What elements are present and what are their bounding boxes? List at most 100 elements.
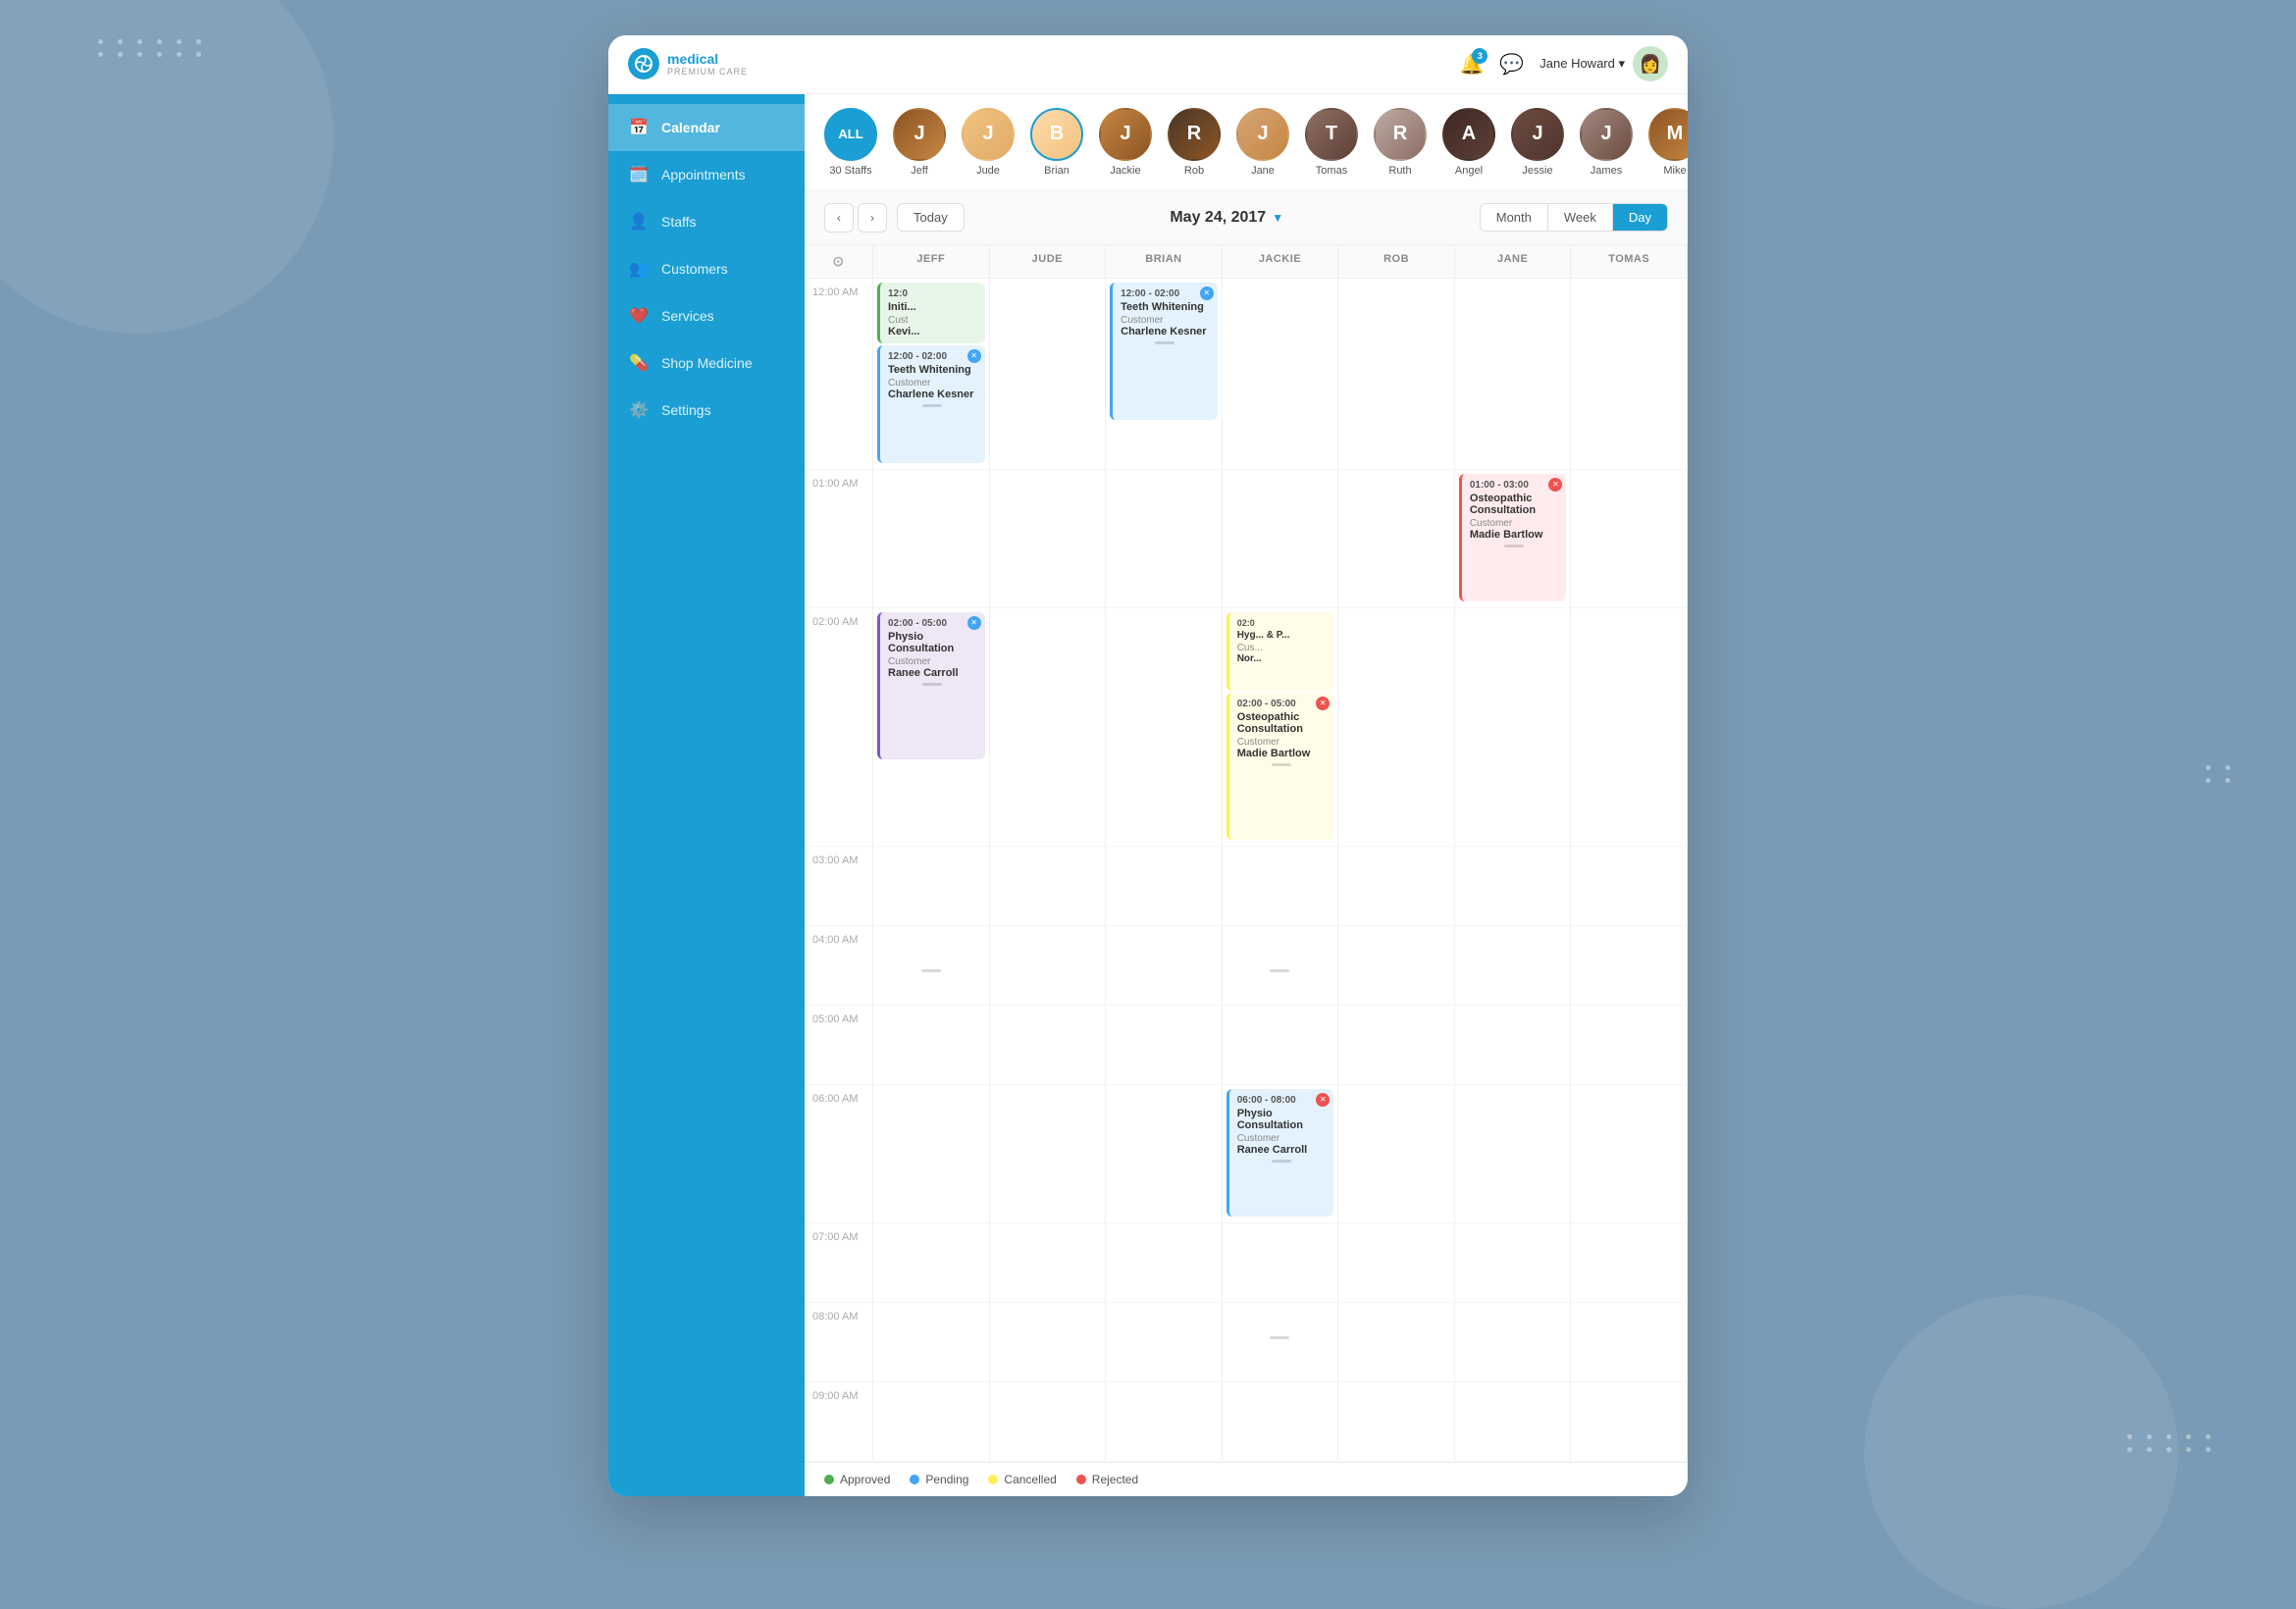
sidebar-item-staffs[interactable]: 👤 Staffs [608,198,805,245]
staff-angel[interactable]: A Angel [1442,108,1495,177]
rob-col-4am [1338,926,1455,1005]
jeff-appt-02[interactable]: ✕ 02:00 - 05:00 Physio Consultation Cust… [877,612,985,759]
time-row-7am: 07:00 AM [805,1223,1688,1303]
close-button[interactable]: ✕ [1316,1093,1330,1107]
day-view-button[interactable]: Day [1613,204,1667,231]
sidebar-item-shop-medicine[interactable]: 💊 Shop Medicine [608,339,805,387]
view-buttons: Month Week Day [1480,203,1668,232]
nav-buttons: ‹ › [824,203,887,233]
week-view-button[interactable]: Week [1548,204,1613,231]
appt-time: 06:00 - 08:00 [1237,1095,1327,1106]
jeff-appt-init[interactable]: 12:0 Initi... Cust Kevi... [877,283,985,343]
jane-header: JANE [1455,245,1572,278]
appt-time: 12:00 - 02:00 [1121,288,1210,299]
staff-all-button[interactable]: ALL 30 Staffs [824,108,877,177]
appt-time: 02:00 - 05:00 [1237,699,1327,709]
sidebar-label-customers: Customers [661,261,728,277]
close-button[interactable]: ✕ [1200,286,1214,300]
logo-subtitle: PREMIUM CARE [667,67,748,77]
brian-col-5am [1106,1006,1223,1084]
brian-col-8am [1106,1303,1223,1381]
jeff-col-5am [873,1006,990,1084]
sidebar-item-settings[interactable]: ⚙️ Settings [608,387,805,434]
jeff-col-8am [873,1303,990,1381]
cancelled-label: Cancelled [1004,1473,1056,1486]
jackie-col-8am [1223,1303,1339,1381]
staff-rob[interactable]: R Rob [1168,108,1221,177]
appt-customer-label: Cus... [1237,643,1327,653]
drag-handle[interactable] [922,404,942,407]
drag-handle[interactable] [1504,545,1524,547]
jackie-init[interactable]: 02:0 Hyg... & P... Cus... Nor... [1226,612,1334,691]
jackie-col-9am [1223,1382,1339,1461]
rejected-label: Rejected [1092,1473,1138,1486]
staff-jude[interactable]: J Jude [962,108,1015,177]
today-button[interactable]: Today [897,203,965,232]
staff-mike[interactable]: M Mike [1648,108,1688,177]
close-button[interactable]: ✕ [1548,478,1562,492]
shop-icon: 💊 [628,353,650,373]
staff-jane[interactable]: J Jane [1236,108,1289,177]
staff-brian[interactable]: B Brian [1030,108,1083,177]
rob-col-3am [1338,847,1455,925]
drag-handle-jackie[interactable] [1270,969,1289,972]
time-row-12am: 12:00 AM 12:0 Initi... Cust Kevi... ✕ [805,279,1688,470]
next-button[interactable]: › [858,203,887,233]
legend-approved: Approved [824,1473,890,1486]
logo-name: medical [667,51,748,67]
logo: medical PREMIUM CARE [628,48,824,79]
time-row-5am: 05:00 AM [805,1006,1688,1085]
brian-col-1am [1106,470,1223,607]
jackie-appt-02[interactable]: ✕ 02:00 - 05:00 Osteopathic Consultation… [1226,693,1334,840]
appt-title: Physio Consultation [1237,1108,1327,1131]
drag-handle[interactable] [922,683,942,686]
staff-tomas[interactable]: T Tomas [1305,108,1358,177]
sidebar-item-appointments[interactable]: 🗓️ Appointments [608,151,805,198]
appt-customer-label: Customer [888,656,977,667]
jane-appt-01[interactable]: ✕ 01:00 - 03:00 Osteopathic Consultation… [1459,474,1567,601]
user-info[interactable]: Jane Howard ▾ 👩 [1539,46,1668,81]
brian-appt-12[interactable]: ✕ 12:00 - 02:00 Teeth Whitening Customer… [1110,283,1218,420]
drag-handle-jackie-08[interactable] [1270,1336,1289,1339]
prev-button[interactable]: ‹ [824,203,854,233]
current-date: May 24, 2017 [1170,209,1266,227]
sidebar-item-customers[interactable]: 👥 Customers [608,245,805,292]
message-button[interactable]: 💬 [1499,52,1524,77]
tomas-col-3am [1571,847,1688,925]
staff-jackie[interactable]: J Jackie [1099,108,1152,177]
close-button[interactable]: ✕ [1316,697,1330,710]
sidebar-item-calendar[interactable]: 📅 Calendar [608,104,805,151]
jane-col-6am [1455,1085,1572,1222]
drag-handle[interactable] [1155,341,1174,344]
jeff-appt-12[interactable]: ✕ 12:00 - 02:00 Teeth Whitening Customer… [877,345,985,463]
jeff-col-4am [873,926,990,1005]
drag-handle[interactable] [1272,1160,1291,1163]
rob-col-2am [1338,608,1455,846]
appt-time: 12:0 [888,288,977,299]
month-view-button[interactable]: Month [1481,204,1548,231]
close-button[interactable]: ✕ [967,616,981,630]
sidebar-item-services[interactable]: ❤️ Services [608,292,805,339]
jude-col-6am [990,1085,1107,1222]
close-button[interactable]: ✕ [967,349,981,363]
staff-jeff[interactable]: J Jeff [893,108,946,177]
ruth-name: Ruth [1388,165,1411,177]
angel-avatar: A [1442,108,1495,161]
appt-customer: Charlene Kesner [888,389,977,400]
calendar-icon: 📅 [628,118,650,137]
james-name: James [1591,165,1622,177]
jackie-col-12am [1223,279,1339,469]
jane-col-8am [1455,1303,1572,1381]
jane-col-4am [1455,926,1572,1005]
appt-customer-label: Customer [888,378,977,389]
rob-col-12am [1338,279,1455,469]
staff-james[interactable]: J James [1580,108,1633,177]
staff-jessie[interactable]: J Jessie [1511,108,1564,177]
tomas-col-8am [1571,1303,1688,1381]
jackie-appt-06[interactable]: ✕ 06:00 - 08:00 Physio Consultation Cust… [1226,1089,1334,1217]
drag-handle-jeff[interactable] [921,969,941,972]
jude-col-8am [990,1303,1107,1381]
staff-ruth[interactable]: R Ruth [1374,108,1427,177]
drag-handle[interactable] [1272,763,1291,766]
notification-button[interactable]: 🔔 3 [1459,52,1484,77]
